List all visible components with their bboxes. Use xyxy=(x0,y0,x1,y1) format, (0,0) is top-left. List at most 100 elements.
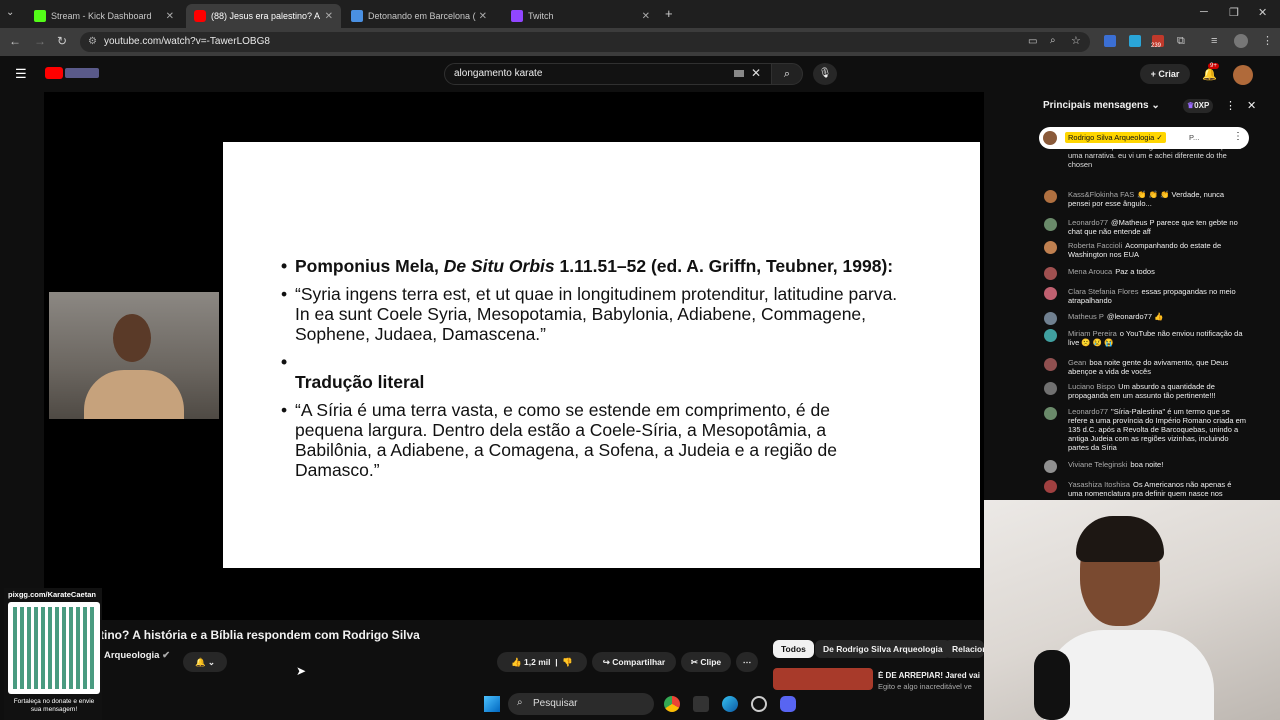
chat-close-icon[interactable]: ✕ xyxy=(1247,99,1256,112)
channel-label: Arqueologia xyxy=(104,650,160,661)
site-info-icon[interactable]: ⚙ xyxy=(88,36,97,47)
discord-icon[interactable] xyxy=(780,696,796,712)
avatar xyxy=(1044,190,1057,203)
tab-label: (88) Jesus era palestino? A xyxy=(211,11,321,21)
close-icon[interactable]: ✕ xyxy=(325,11,333,22)
extension-icon[interactable] xyxy=(1104,35,1116,47)
channel-logo-icon xyxy=(65,68,99,78)
chat-message-body: Gean boa noite gente do avivamento, que D… xyxy=(1068,358,1246,376)
forward-icon[interactable]: → xyxy=(34,34,46,48)
chat-author[interactable]: Leonardo77 xyxy=(1068,407,1108,416)
menu-icon[interactable]: ☰ xyxy=(15,66,27,82)
maximize-icon[interactable]: ❐ xyxy=(1229,6,1239,19)
extension-icon[interactable] xyxy=(1129,35,1141,47)
chat-mode-select[interactable]: Principais mensagens ⌄ xyxy=(1043,100,1160,111)
chat-author[interactable]: Viviane Teleginski xyxy=(1068,460,1127,469)
tab-detonando[interactable]: Detonando em Barcelona (✕ xyxy=(343,4,495,28)
new-tab-icon[interactable]: + xyxy=(665,6,673,21)
chip-related[interactable]: Relacion xyxy=(944,640,984,658)
edge-icon[interactable] xyxy=(722,696,738,712)
chat-author[interactable]: Leonardo77 xyxy=(1068,218,1108,227)
youtube-logo-icon[interactable] xyxy=(45,67,63,79)
chat-author[interactable]: Yasashiza Itoshisa xyxy=(1068,480,1130,489)
media-icon[interactable]: ≡ xyxy=(1211,35,1217,47)
more-icon[interactable]: ⋮ xyxy=(1262,34,1273,47)
more-actions-icon[interactable]: ⋯ xyxy=(736,652,758,672)
clip-button[interactable]: ✂ Clipe xyxy=(681,652,731,672)
reload-icon[interactable]: ↻ xyxy=(57,34,67,48)
search-value: alongamento karate xyxy=(454,68,543,79)
chat-header-label: Principais mensagens xyxy=(1043,100,1149,111)
points-badge[interactable]: ♛0XP xyxy=(1183,99,1214,113)
chat-message-body: Matheus P @leonardo77 👍 xyxy=(1068,312,1246,321)
chat-author[interactable]: Kass&Flokinha FAS xyxy=(1068,190,1134,199)
pix-link: pixgg.com/KarateCaetan xyxy=(8,590,96,599)
search-button[interactable]: ⌕ xyxy=(771,63,803,85)
channel-name[interactable]: Arqueologia ✔ xyxy=(104,650,170,661)
clapper-icon[interactable] xyxy=(693,696,709,712)
bell-icon: 🔔 xyxy=(194,657,206,667)
close-icon[interactable]: ✕ xyxy=(479,11,487,22)
search-icon: ⌕ xyxy=(783,68,791,80)
chat-author[interactable]: Matheus P xyxy=(1068,312,1104,321)
back-icon[interactable]: ← xyxy=(9,34,21,48)
chrome-icon[interactable] xyxy=(664,696,680,712)
chip-all[interactable]: Todos xyxy=(773,640,814,658)
related-title[interactable]: É DE ARREPIAR! Jared vai a xyxy=(878,671,982,680)
chat-author[interactable]: Mena Arouca xyxy=(1068,267,1112,276)
tab-kick[interactable]: Stream - Kick Dashboard ✕ xyxy=(26,4,182,28)
profile-avatar[interactable] xyxy=(1234,34,1248,48)
avatar xyxy=(1044,480,1057,493)
slide-citation: Pomponius Mela, De Situ Orbis 1.11.51–52… xyxy=(281,256,901,276)
latin-line-1: “Syria ingens terra est, et ut quae in l… xyxy=(295,284,898,304)
chat-author[interactable]: Roberta Faccioli xyxy=(1068,241,1122,250)
chat-text: @leonardo77 👍 xyxy=(1106,312,1164,321)
taskbar-search[interactable]: Pesquisar xyxy=(508,693,654,715)
cast-icon[interactable]: ▭ xyxy=(1028,36,1037,47)
keyboard-icon[interactable] xyxy=(734,70,744,77)
puzzle-icon[interactable]: ⧉ xyxy=(1177,35,1185,48)
notification-badge: 9+ xyxy=(1208,63,1219,69)
kick-icon xyxy=(34,10,46,22)
pinned-message[interactable]: Rodrigo Silva Arqueologia ✓ P... ⋮ xyxy=(1039,127,1249,149)
slide-portuguese-quote: “A Síria é uma terra vasta, e como se es… xyxy=(281,400,901,480)
windows-start-icon[interactable] xyxy=(484,696,500,712)
account-avatar[interactable] xyxy=(1233,65,1253,85)
share-button[interactable]: ↪ Compartilhar xyxy=(592,652,676,672)
tab-twitch[interactable]: Twitch ✕ xyxy=(503,4,658,28)
chat-author[interactable]: Luciano Bispo xyxy=(1068,382,1115,391)
tab-youtube[interactable]: (88) Jesus era palestino? A ✕ xyxy=(186,4,341,28)
pinned-author: Rodrigo Silva Arqueologia ✓ xyxy=(1065,132,1166,143)
chat-message-body: Viviane Teleginski boa noite! xyxy=(1068,460,1246,469)
tab-label: Stream - Kick Dashboard xyxy=(51,11,152,21)
like-button[interactable]: 👍 1,2 mil | 👎 xyxy=(497,652,587,672)
close-icon[interactable]: ✕ xyxy=(642,11,650,22)
chat-message-body: Yasashiza Itoshisa Os Americanos não apen… xyxy=(1068,480,1246,498)
create-button[interactable]: + Criar xyxy=(1140,64,1190,84)
related-thumbnail[interactable] xyxy=(773,668,873,690)
presentation-slide: Pomponius Mela, De Situ Orbis 1.11.51–52… xyxy=(223,142,980,568)
thumbs-up-icon: 👍 xyxy=(511,657,522,667)
subscribe-bell-button[interactable]: 🔔 ⌄ xyxy=(183,652,227,672)
chat-author[interactable]: Miriam Pereira xyxy=(1068,329,1117,338)
minimize-icon[interactable]: ─ xyxy=(1200,6,1208,18)
chip-channel[interactable]: De Rodrigo Silva Arqueologia xyxy=(815,640,951,658)
streamer-hair xyxy=(1076,516,1164,562)
clear-search-icon[interactable]: ✕ xyxy=(751,66,761,80)
chat-message-body: Miriam Pereira o YouTube não enviou notif… xyxy=(1068,329,1246,347)
zoom-icon[interactable]: ⌕ xyxy=(1050,35,1056,46)
notifications-icon[interactable]: 🔔 xyxy=(1202,67,1217,81)
tab-search-icon[interactable]: ⌄ xyxy=(6,7,14,18)
url-text[interactable]: youtube.com/watch?v=-TawerLOBG8 xyxy=(104,36,270,47)
chat-author[interactable]: Gean xyxy=(1068,358,1086,367)
window-close-icon[interactable]: ✕ xyxy=(1258,6,1267,19)
qr-code xyxy=(8,602,100,694)
close-icon[interactable]: ✕ xyxy=(166,11,174,22)
app-icon[interactable] xyxy=(751,696,767,712)
chat-author[interactable]: Clara Stefania Flores xyxy=(1068,287,1138,296)
chat-more-icon[interactable]: ⋮ xyxy=(1225,99,1236,112)
microphone xyxy=(1034,650,1070,720)
mic-icon[interactable]: 🎙 xyxy=(813,63,837,85)
bookmark-star-icon[interactable]: ☆ xyxy=(1071,34,1081,47)
pinned-more-icon[interactable]: ⋮ xyxy=(1233,131,1243,142)
